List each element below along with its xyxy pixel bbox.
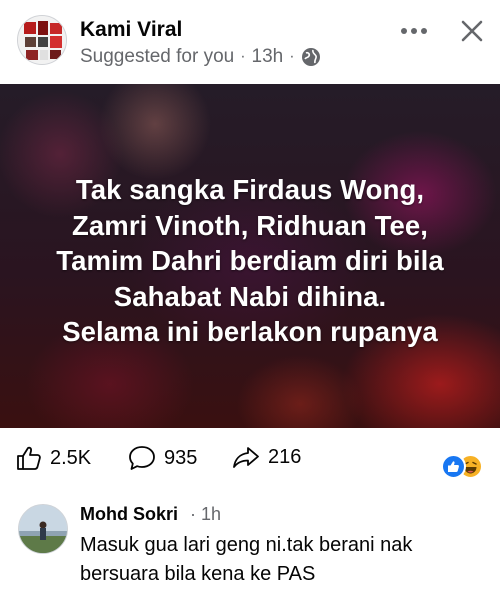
comment-text: Masuk gua lari geng ni.tak berani nak be…	[80, 534, 413, 585]
image-text-line: Zamri Vinoth, Ridhuan Tee,	[71, 209, 429, 241]
like-icon	[441, 454, 466, 479]
post-image[interactable]: Tak sangka Firdaus Wong, Zamri Vinoth, R…	[0, 84, 500, 428]
image-text-line: Tamim Dahri berdiam diri bila	[56, 245, 444, 276]
commenter-photo-icon	[19, 505, 67, 553]
post-image-text: Tak sangka Firdaus Wong, Zamri Vinoth, R…	[0, 172, 500, 350]
post-meta: Suggested for you · 13h ·	[80, 46, 321, 68]
post-time[interactable]: 13h	[252, 46, 284, 68]
page-logo-icon	[18, 16, 66, 64]
more-dots-icon	[401, 28, 427, 34]
close-icon	[461, 20, 483, 42]
globe-icon	[301, 47, 321, 67]
meta-separator: ·	[240, 48, 246, 65]
image-text-line: Sahabat Nabi dihina.	[113, 280, 387, 312]
post-header: Kami Viral Suggested for you · 13h ·	[0, 0, 500, 84]
comment: Mohd Sokri · 1h Masuk gua lari geng ni.t…	[0, 496, 500, 603]
thumbs-up-icon	[17, 446, 41, 470]
page-name-link[interactable]: Kami Viral	[80, 18, 182, 42]
comment-button[interactable]: 935	[128, 445, 197, 471]
meta-separator-2: ·	[289, 48, 295, 65]
share-button[interactable]: 216	[232, 445, 301, 469]
more-options-button[interactable]	[396, 16, 432, 46]
page-avatar[interactable]	[17, 15, 67, 65]
share-count: 216	[268, 445, 302, 468]
close-button[interactable]	[455, 14, 489, 48]
share-arrow-icon	[233, 447, 259, 468]
image-text-line: Tak sangka Firdaus Wong,	[75, 174, 425, 205]
comment-time[interactable]: · 1h	[190, 504, 221, 525]
reaction-summary[interactable]	[441, 454, 491, 480]
image-text-line: Selama ini berlakon rupanya	[62, 316, 438, 347]
comment-bubble-icon	[129, 446, 155, 470]
comment-count: 935	[164, 446, 198, 469]
like-button[interactable]: 2.5K	[16, 445, 91, 471]
action-bar: 2.5K 935 216	[0, 430, 500, 488]
like-count: 2.5K	[50, 446, 92, 469]
suggested-label: Suggested for you	[80, 46, 235, 67]
commenter-name[interactable]: Mohd Sokri	[80, 504, 178, 525]
commenter-avatar[interactable]	[18, 504, 68, 554]
